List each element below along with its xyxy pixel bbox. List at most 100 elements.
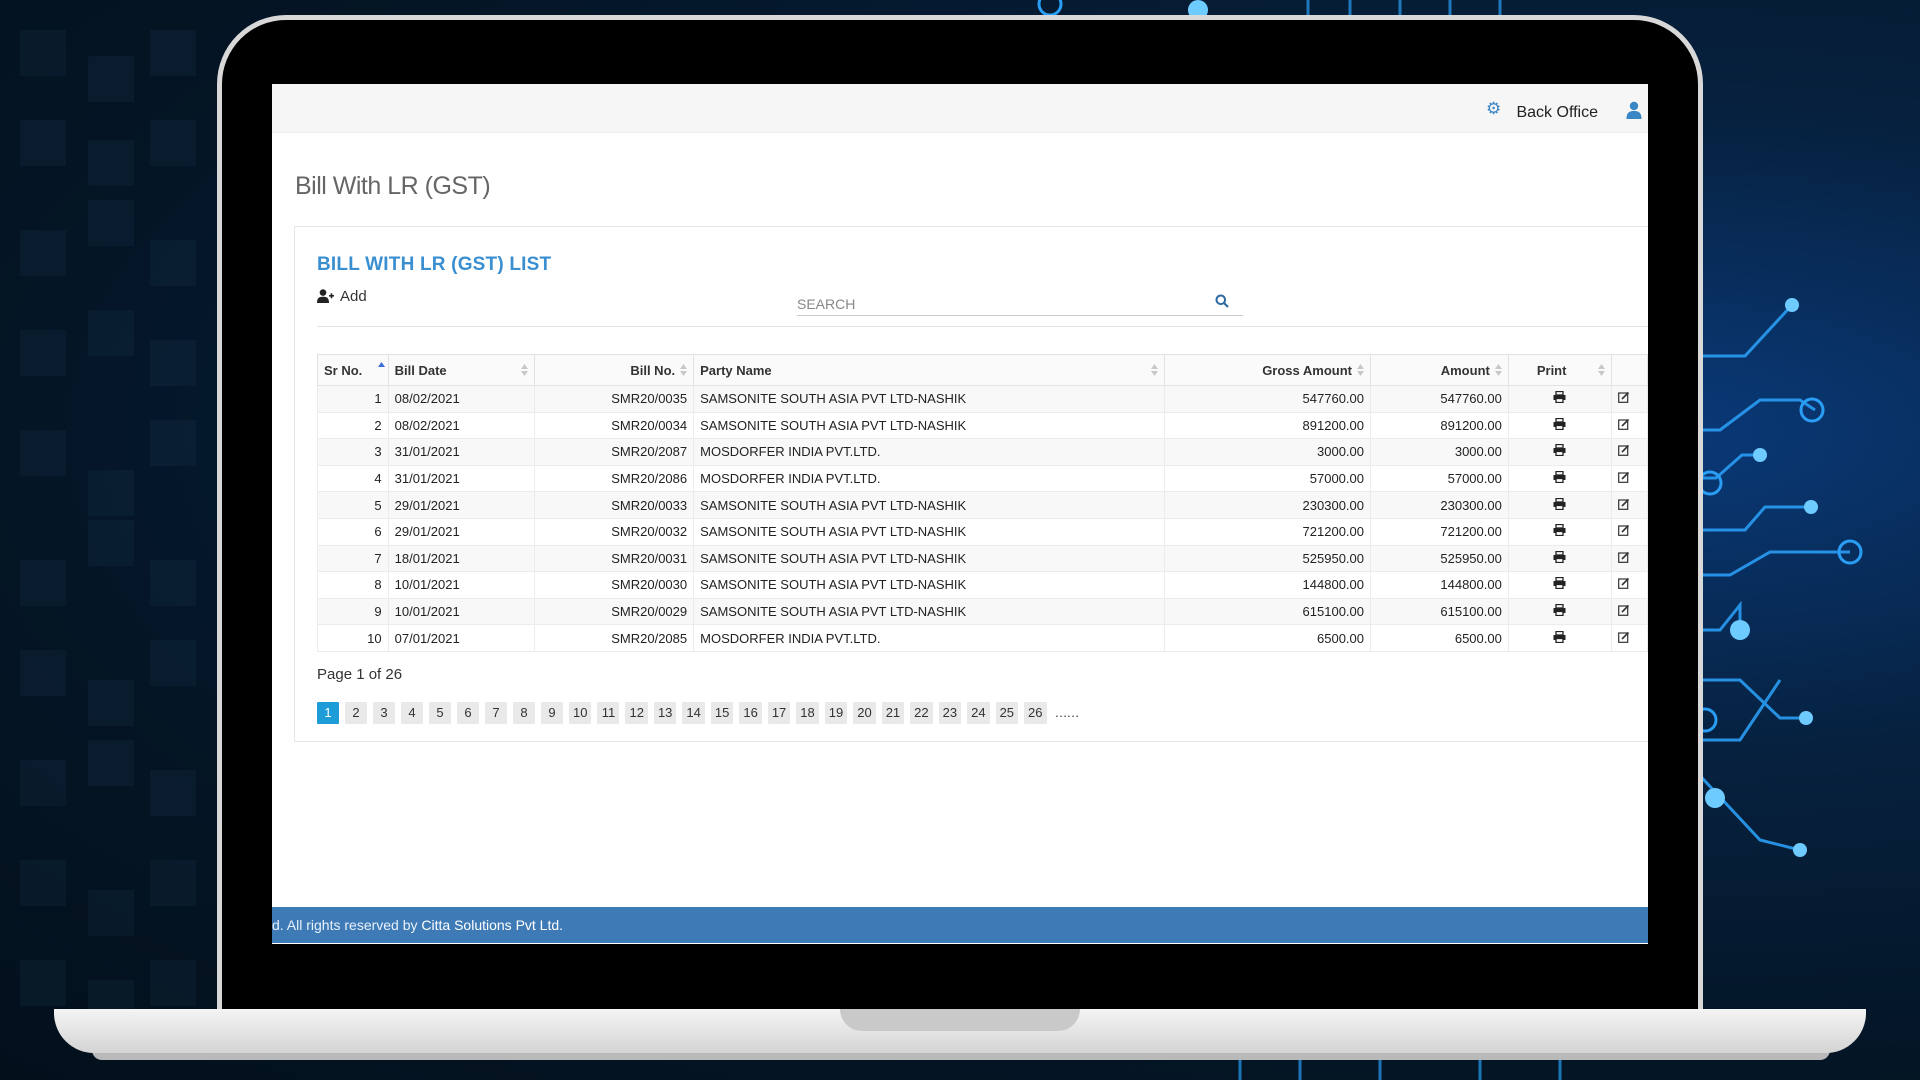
edit-icon[interactable]	[1618, 524, 1630, 537]
cell-edit	[1611, 571, 1648, 599]
cell-edit	[1611, 517, 1648, 546]
cell-sr-no: 1	[317, 385, 389, 413]
edit-icon[interactable]	[1618, 471, 1630, 483]
cell-print	[1507, 438, 1613, 466]
edit-icon[interactable]	[1618, 391, 1630, 404]
page-button[interactable]: 11	[597, 702, 620, 724]
footer: d. All rights reserved by Citta Solution…	[272, 907, 1648, 943]
edit-icon[interactable]	[1618, 551, 1630, 563]
page-button[interactable]: 17	[767, 702, 791, 724]
edit-icon[interactable]	[1618, 604, 1630, 616]
print-icon[interactable]	[1553, 391, 1566, 404]
cell-sr-no: 2	[317, 411, 389, 440]
search-input[interactable]	[797, 293, 1197, 315]
page-more[interactable]: ……	[1053, 702, 1081, 724]
print-icon[interactable]	[1553, 630, 1566, 643]
page-button[interactable]: 23	[938, 702, 962, 724]
cell-print	[1507, 464, 1613, 493]
column-header-amount[interactable]: Amount	[1370, 354, 1509, 386]
table-row: 5 29/01/2021 SMR20/0033 SAMSONITE SOUTH ASI…	[317, 491, 1648, 519]
cell-gross-amount: 525950.00	[1163, 544, 1372, 573]
cell-gross-amount: 891200.00	[1163, 411, 1372, 440]
page-button[interactable]: 21	[881, 702, 905, 724]
table-row: 4 31/01/2021 SMR20/2086 MOSDORFER INDIA PVT…	[317, 464, 1648, 493]
page-button[interactable]: 6	[457, 702, 479, 724]
page-button[interactable]: 25	[995, 702, 1019, 724]
cell-bill-no: SMR20/2085	[534, 624, 695, 652]
edit-icon[interactable]	[1618, 498, 1630, 510]
cell-amount: 891200.00	[1370, 411, 1509, 440]
cell-sr-no: 8	[317, 571, 389, 599]
page-button[interactable]: 12	[625, 702, 648, 724]
column-header-sr-no[interactable]: Sr No.	[317, 354, 389, 386]
print-icon[interactable]	[1553, 577, 1566, 590]
cell-gross-amount: 144800.00	[1163, 571, 1372, 599]
page-button[interactable]: 20	[853, 702, 876, 724]
edit-icon[interactable]	[1618, 631, 1630, 643]
cell-gross-amount: 547760.00	[1163, 385, 1372, 413]
cell-amount: 615100.00	[1370, 597, 1509, 626]
edit-icon[interactable]	[1618, 577, 1630, 590]
page-button[interactable]: 22	[910, 702, 933, 724]
app-screen: ⚙ Back Office Bill With LR (GST) BILL WI…	[272, 84, 1648, 944]
cell-gross-amount: 3000.00	[1163, 438, 1372, 466]
cell-edit	[1611, 597, 1648, 626]
cell-print	[1507, 624, 1613, 652]
cell-print	[1507, 571, 1613, 599]
page-button[interactable]: 13	[653, 702, 677, 724]
cell-sr-no: 9	[317, 597, 389, 626]
cell-edit	[1611, 544, 1648, 573]
page-button[interactable]: 8	[513, 702, 535, 724]
bill-table: Sr No. Bill Date Bill No. Party Name Gro…	[317, 354, 1648, 652]
page-button[interactable]: 16	[739, 702, 762, 724]
table-row: 10 07/01/2021 SMR20/2085 MOSDORFER INDIA PV…	[317, 624, 1648, 652]
back-office-link[interactable]: Back Office	[1516, 104, 1598, 122]
cell-print	[1507, 491, 1613, 519]
print-icon[interactable]	[1553, 444, 1566, 457]
page-button[interactable]: 26	[1024, 702, 1047, 724]
edit-icon[interactable]	[1618, 418, 1630, 430]
page-button[interactable]: 14	[682, 702, 705, 724]
cell-bill-date: 07/01/2021	[387, 624, 536, 652]
cell-bill-date: 08/02/2021	[387, 411, 536, 440]
page-button[interactable]: 18	[796, 702, 819, 724]
sort-icon	[1357, 364, 1364, 376]
cell-gross-amount: 721200.00	[1163, 517, 1372, 546]
cell-sr-no: 6	[317, 517, 389, 546]
column-header-bill-date[interactable]: Bill Date	[387, 354, 536, 386]
page-button[interactable]: 9	[541, 702, 563, 724]
cell-bill-date: 29/01/2021	[387, 491, 536, 519]
column-header-print[interactable]: Print	[1507, 354, 1613, 386]
page-button[interactable]: 24	[967, 702, 990, 724]
page-button[interactable]: 1	[317, 702, 339, 724]
edit-icon[interactable]	[1618, 444, 1630, 457]
print-icon[interactable]	[1553, 497, 1566, 510]
page-button[interactable]: 5	[429, 702, 451, 724]
page-button[interactable]: 3	[373, 702, 395, 724]
search-icon[interactable]	[1215, 294, 1229, 308]
add-button[interactable]: Add	[317, 288, 367, 305]
cell-bill-date: 10/01/2021	[387, 597, 536, 626]
print-icon[interactable]	[1553, 417, 1566, 430]
print-icon[interactable]	[1553, 471, 1566, 484]
list-title: BILL WITH LR (GST) LIST	[317, 254, 552, 275]
column-header-party-name[interactable]: Party Name	[693, 354, 1165, 386]
page-button[interactable]: 19	[824, 702, 848, 724]
column-header-gross-amount[interactable]: Gross Amount	[1163, 354, 1372, 386]
user-icon[interactable]	[1626, 101, 1642, 119]
page-button[interactable]: 15	[710, 702, 734, 724]
page-button[interactable]: 10	[569, 702, 592, 724]
pagination: 1 2 3 4 5 6 7 8 9 10 11 12 13 14 15 16 17 18 19 20 21 22 23 24 2…	[317, 702, 1081, 724]
page-button[interactable]: 2	[345, 702, 367, 724]
page-button[interactable]: 4	[401, 702, 423, 724]
page-info: Page 1 of 26	[317, 666, 403, 683]
page-button[interactable]: 7	[485, 702, 507, 724]
print-icon[interactable]	[1553, 604, 1566, 617]
gear-icon[interactable]: ⚙	[1486, 100, 1502, 117]
print-icon[interactable]	[1553, 550, 1566, 563]
cell-party-name: MOSDORFER INDIA PVT.LTD.	[693, 464, 1165, 493]
column-header-bill-no[interactable]: Bill No.	[534, 354, 695, 386]
table-row: 2 08/02/2021 SMR20/0034 SAMSONITE SOUTH ASI…	[317, 411, 1648, 440]
print-icon[interactable]	[1553, 524, 1566, 537]
cell-amount: 230300.00	[1370, 491, 1509, 519]
